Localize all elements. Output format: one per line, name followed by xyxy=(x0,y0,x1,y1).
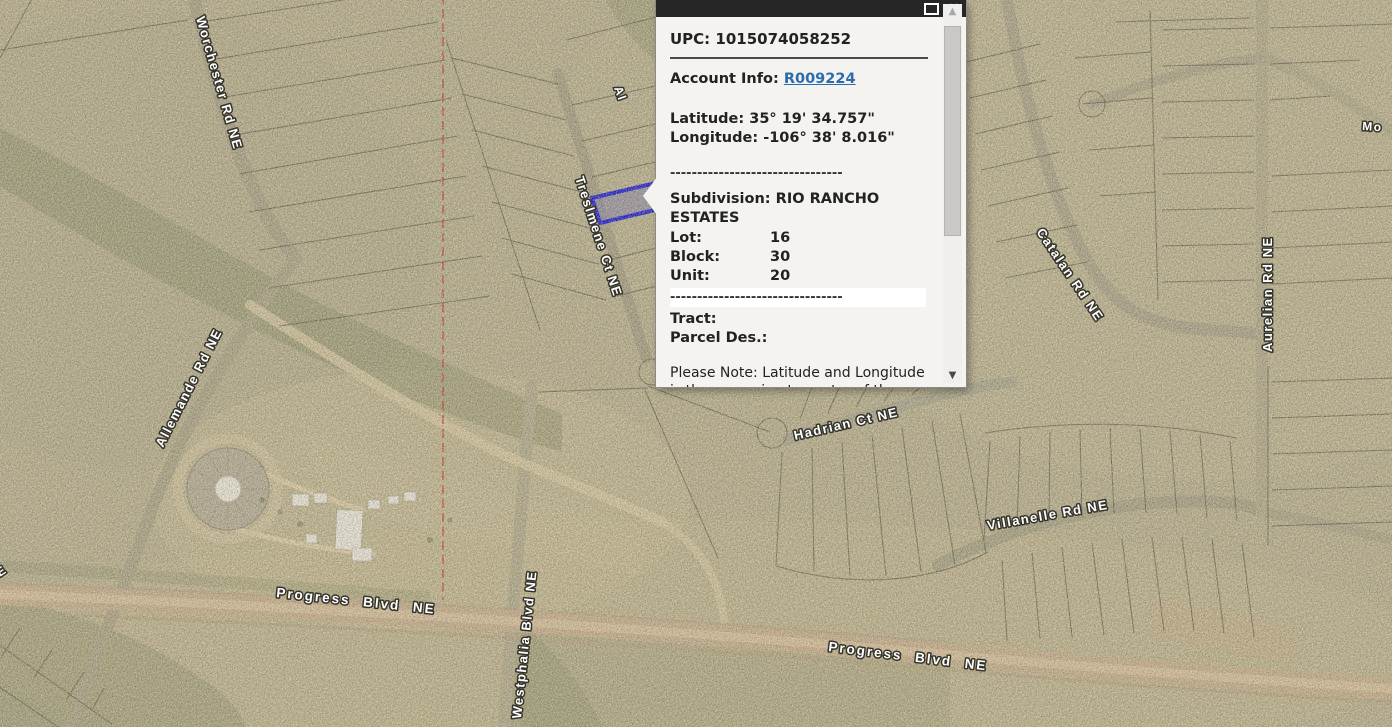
popup-body: UPC: 1015074058252 Account Info: R009224… xyxy=(656,17,966,387)
lot-label: Lot: xyxy=(670,229,770,248)
note-text: Please Note: Latitude and Longitude is t… xyxy=(670,365,926,387)
account-info-line: Account Info: R009224 xyxy=(670,70,926,89)
lot-value: 16 xyxy=(770,230,790,246)
unit-row: Unit:20 xyxy=(670,267,926,286)
road-label: Aurelian Rd NE xyxy=(1260,236,1275,352)
popup-scrollbar[interactable]: ▲ ▼ xyxy=(943,4,962,383)
dashed-separator: -------------------------------- xyxy=(670,165,926,182)
road-label-partial: Mo xyxy=(1362,119,1383,134)
scroll-up-arrow-icon[interactable]: ▲ xyxy=(943,6,962,17)
restore-window-icon[interactable] xyxy=(924,3,939,15)
unit-label: Unit: xyxy=(670,267,770,286)
block-row: Block:30 xyxy=(670,248,926,267)
scroll-down-arrow-icon[interactable]: ▼ xyxy=(943,370,962,381)
account-info-link[interactable]: R009224 xyxy=(784,71,856,87)
unit-value: 20 xyxy=(770,268,790,284)
parcel-info-popup: ✕ UPC: 1015074058252 Account Info: R0092… xyxy=(656,0,966,387)
account-info-label: Account Info: xyxy=(670,71,784,87)
tract-label: Tract: xyxy=(670,310,926,329)
upc-value: UPC: 1015074058252 xyxy=(670,30,926,50)
latitude-value: Latitude: 35° 19' 34.757" xyxy=(670,110,926,129)
parcel-map-app: { "popup": { "close_glyph": "✕", "scroll… xyxy=(0,0,1392,727)
divider xyxy=(670,57,928,59)
popup-titlebar: ✕ xyxy=(656,0,966,17)
longitude-value: Longitude: -106° 38' 8.016" xyxy=(670,129,926,148)
block-value: 30 xyxy=(770,249,790,265)
subdivision-value: Subdivision: RIO RANCHO ESTATES xyxy=(670,190,920,228)
scrollbar-thumb[interactable] xyxy=(944,26,961,236)
lot-row: Lot:16 xyxy=(670,229,926,248)
parcel-des-label: Parcel Des.: xyxy=(670,329,926,348)
dashed-separator: -------------------------------- xyxy=(670,288,926,307)
block-label: Block: xyxy=(670,248,770,267)
